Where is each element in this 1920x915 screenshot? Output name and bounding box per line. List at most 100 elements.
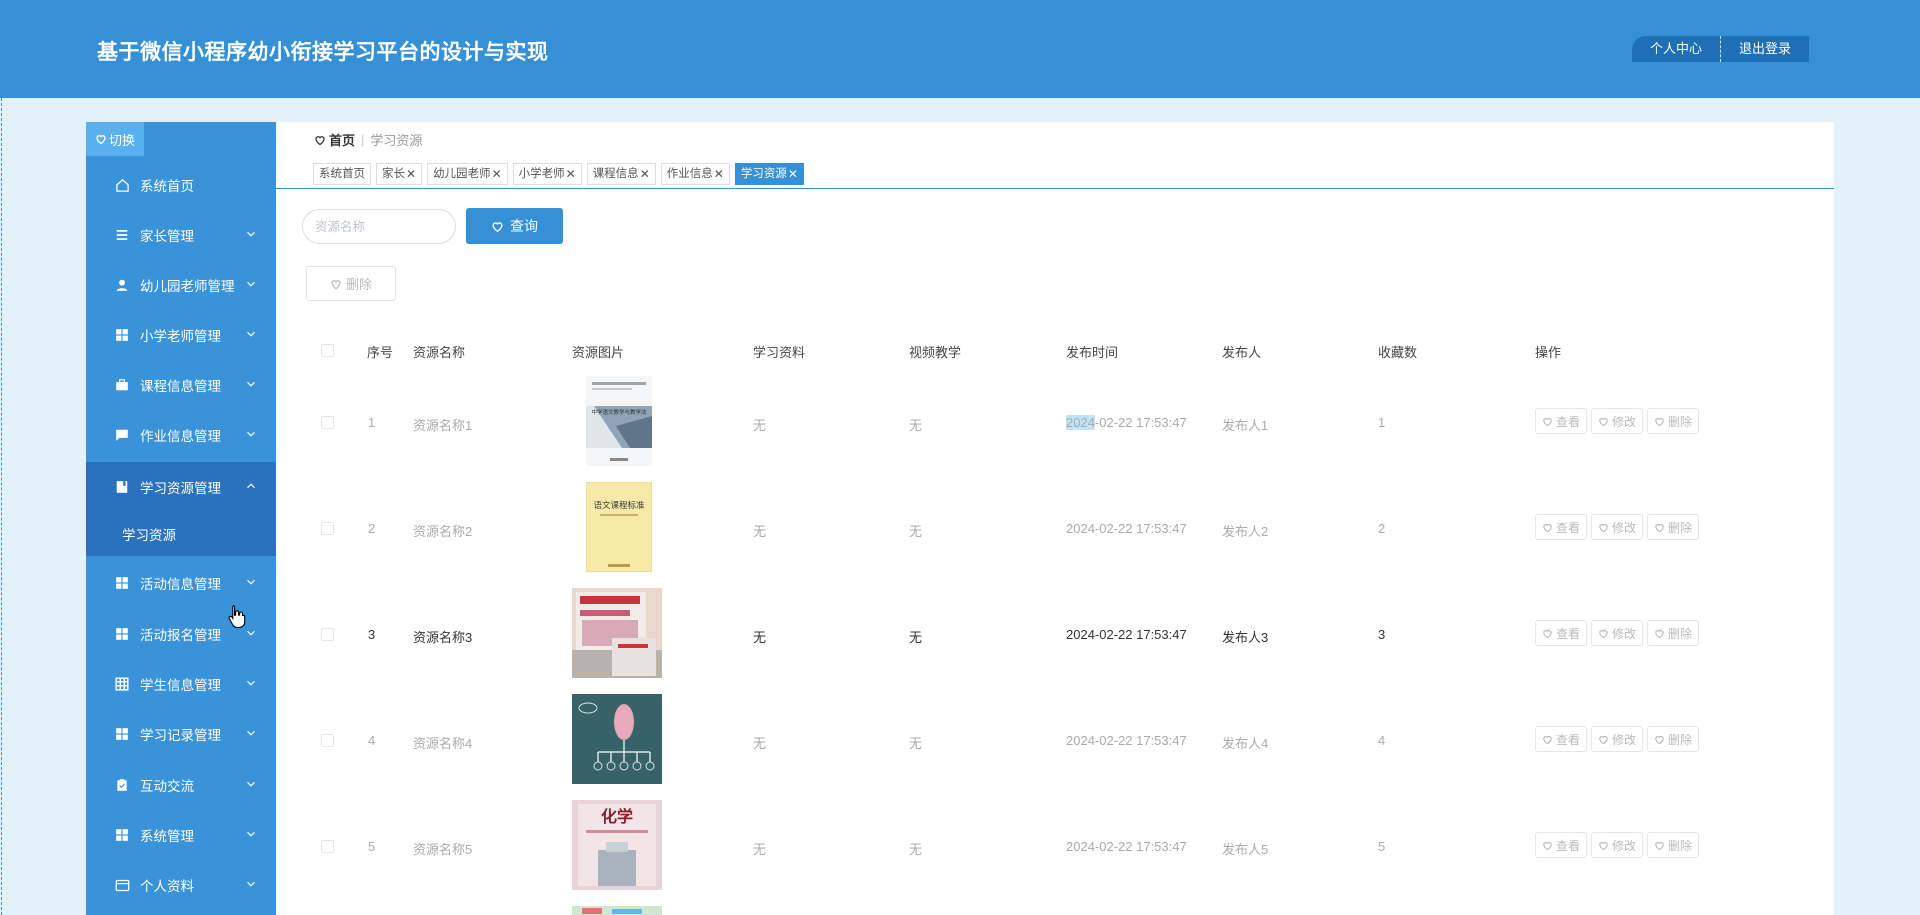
sidebar-item-label: 活动信息管理 bbox=[140, 577, 221, 592]
query-button[interactable]: 查询 bbox=[466, 208, 563, 244]
logout-button[interactable]: 退出登录 bbox=[1721, 36, 1810, 62]
delete-button[interactable]: 删除 bbox=[1647, 620, 1700, 646]
column-header-image: 资源图片 bbox=[572, 345, 625, 360]
row-favorites: 5 bbox=[1378, 839, 1386, 854]
row-publish-time: 2024-02-22 17:53:47 bbox=[1066, 733, 1187, 748]
chevron-up-icon bbox=[247, 483, 255, 489]
view-button[interactable]: 查看 bbox=[1535, 726, 1588, 752]
heart-icon bbox=[1543, 417, 1552, 426]
sidebar-item-primary-teachers[interactable]: 小学老师管理 bbox=[86, 310, 276, 360]
sidebar-item-courses[interactable]: 课程信息管理 bbox=[86, 360, 276, 410]
view-button[interactable]: 查看 bbox=[1535, 620, 1588, 646]
resource-image[interactable]: 化学 bbox=[572, 800, 662, 890]
sidebar-item-learning-resources[interactable]: 学习资源管理 bbox=[86, 462, 276, 512]
sidebar-item-system[interactable]: 系统管理 bbox=[86, 810, 276, 860]
tab-label: 学习资源 bbox=[740, 168, 787, 180]
row-video: 无 bbox=[909, 418, 923, 433]
sidebar-item-study-records[interactable]: 学习记录管理 bbox=[86, 709, 276, 759]
delete-button[interactable]: 删除 bbox=[1647, 514, 1700, 540]
sidebar-item-interaction[interactable]: 互动交流 bbox=[86, 760, 276, 810]
select-all-checkbox[interactable] bbox=[321, 344, 334, 357]
breadcrumb: 首页 | 学习资源 bbox=[314, 130, 422, 149]
row-actions: 查看 修改 删除 bbox=[1535, 620, 1700, 646]
sidebar-item-activities[interactable]: 活动信息管理 bbox=[86, 558, 276, 608]
close-icon[interactable]: ✕ bbox=[492, 164, 502, 184]
card-icon bbox=[114, 877, 130, 893]
delete-button[interactable]: 删除 bbox=[1647, 832, 1700, 858]
edit-button-label: 修改 bbox=[1612, 414, 1637, 429]
edit-button[interactable]: 修改 bbox=[1591, 726, 1644, 752]
heart-icon bbox=[1543, 629, 1552, 638]
close-icon[interactable]: ✕ bbox=[714, 164, 724, 184]
edit-button[interactable]: 修改 bbox=[1591, 620, 1644, 646]
tab-label: 系统首页 bbox=[319, 168, 365, 180]
tab-system-home[interactable]: 系统首页 bbox=[313, 163, 371, 185]
view-button[interactable]: 查看 bbox=[1535, 832, 1588, 858]
close-icon[interactable]: ✕ bbox=[566, 164, 576, 184]
sidebar-item-students[interactable]: 学生信息管理 bbox=[86, 659, 276, 709]
tab-homework[interactable]: 作业信息 ✕ bbox=[660, 163, 730, 185]
row-checkbox[interactable] bbox=[321, 416, 334, 429]
learning-resources-submenu: 学习资源 bbox=[86, 512, 276, 556]
close-icon[interactable]: ✕ bbox=[406, 164, 416, 184]
sidebar-item-homework[interactable]: 作业信息管理 bbox=[86, 410, 276, 460]
row-checkbox[interactable] bbox=[321, 734, 334, 747]
main-content: 首页 | 学习资源 系统首页 家长 ✕ 幼儿园老师 ✕ 小学老师 ✕ 课程信息 ✕ 作业… bbox=[276, 122, 1834, 915]
row-checkbox[interactable] bbox=[321, 522, 334, 535]
tab-label: 幼儿园老师 bbox=[433, 168, 491, 180]
sidebar-item-label: 学生信息管理 bbox=[140, 678, 221, 693]
close-icon[interactable]: ✕ bbox=[788, 164, 798, 184]
resource-image[interactable]: 语文课程标准 bbox=[586, 482, 652, 572]
breadcrumb-home-label: 首页 bbox=[329, 133, 356, 148]
edit-button[interactable]: 修改 bbox=[1591, 514, 1644, 540]
sidebar-item-kindergarten-teachers[interactable]: 幼儿园老师管理 bbox=[86, 260, 276, 310]
row-index: 3 bbox=[368, 627, 376, 642]
tab-learning-resources[interactable]: 学习资源 ✕ bbox=[734, 163, 804, 185]
heart-icon bbox=[1543, 523, 1552, 532]
tab-parents[interactable]: 家长 ✕ bbox=[376, 163, 423, 185]
resource-image[interactable]: 中学语文教学与教学法 bbox=[586, 376, 652, 466]
sidebar-switch-label: 切换 bbox=[108, 132, 135, 148]
resource-image[interactable] bbox=[572, 904, 662, 915]
row-checkbox[interactable] bbox=[321, 840, 334, 853]
sidebar-item-label: 活动报名管理 bbox=[140, 628, 221, 643]
resource-name-search-input[interactable] bbox=[302, 209, 456, 244]
delete-button[interactable]: 删除 bbox=[1647, 408, 1700, 434]
edit-button[interactable]: 修改 bbox=[1591, 832, 1644, 858]
resource-image[interactable] bbox=[572, 694, 662, 784]
edit-button[interactable]: 修改 bbox=[1591, 408, 1644, 434]
bulk-delete-label: 删除 bbox=[345, 277, 372, 292]
view-button[interactable]: 查看 bbox=[1535, 408, 1588, 434]
sidebar-item-home[interactable]: 系统首页 bbox=[86, 160, 276, 210]
breadcrumb-home[interactable]: 首页 bbox=[314, 130, 355, 149]
chevron-down-icon bbox=[247, 579, 255, 585]
selected-text: 2024 bbox=[1066, 415, 1095, 430]
delete-button-label: 删除 bbox=[1668, 414, 1693, 429]
delete-button[interactable]: 删除 bbox=[1647, 726, 1700, 752]
close-icon[interactable]: ✕ bbox=[640, 164, 650, 184]
chevron-down-icon bbox=[247, 431, 255, 437]
row-actions: 查看 修改 删除 bbox=[1535, 514, 1700, 540]
bulk-delete-button[interactable]: 删除 bbox=[306, 266, 396, 301]
sidebar-switch-button[interactable]: 切换 bbox=[86, 122, 144, 156]
tab-primary-teachers[interactable]: 小学老师 ✕ bbox=[512, 163, 582, 185]
briefcase-icon bbox=[114, 377, 130, 393]
view-button[interactable]: 查看 bbox=[1535, 514, 1588, 540]
column-header-name: 资源名称 bbox=[413, 345, 466, 360]
row-actions: 查看 修改 删除 bbox=[1535, 408, 1700, 434]
heart-icon bbox=[96, 135, 106, 145]
tab-kindergarten-teachers[interactable]: 幼儿园老师 ✕ bbox=[427, 163, 508, 185]
sidebar-item-parents[interactable]: 家长管理 bbox=[86, 210, 276, 260]
row-video: 无 bbox=[909, 524, 923, 539]
grid-icon bbox=[114, 575, 130, 591]
sidebar-item-activity-signups[interactable]: 活动报名管理 bbox=[86, 609, 276, 659]
sidebar-item-profile[interactable]: 个人资料 bbox=[86, 860, 276, 910]
resource-image[interactable] bbox=[572, 588, 662, 678]
row-checkbox[interactable] bbox=[321, 628, 334, 641]
delete-button-label: 删除 bbox=[1668, 838, 1693, 853]
profile-center-button[interactable]: 个人中心 bbox=[1632, 36, 1722, 62]
row-actions: 查看 修改 删除 bbox=[1535, 726, 1700, 752]
submenu-item-learning-resources[interactable]: 学习资源 bbox=[122, 524, 176, 544]
tab-courses[interactable]: 课程信息 ✕ bbox=[586, 163, 656, 185]
row-favorites: 2 bbox=[1378, 521, 1386, 536]
